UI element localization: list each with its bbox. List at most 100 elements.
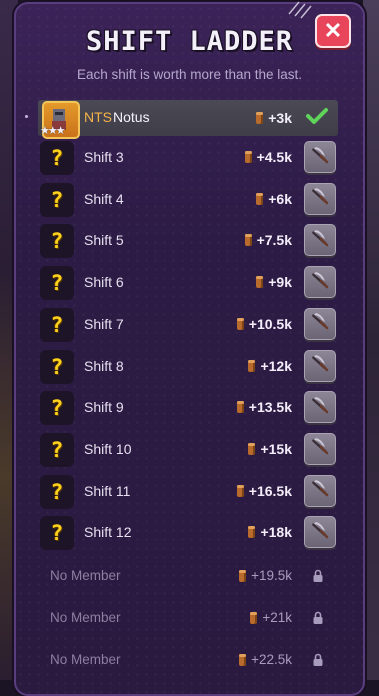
pickaxe-icon (310, 145, 330, 170)
reward-value: +13.5k (248, 399, 292, 416)
reward-value: +6k (268, 190, 292, 207)
wood-log-icon (256, 276, 264, 289)
reward: +3k (256, 110, 292, 126)
reward-value: +3k (268, 110, 292, 126)
unknown-member-slot: ? (40, 266, 74, 301)
question-mark-icon: ? (50, 396, 64, 421)
pickaxe-icon (310, 228, 330, 253)
page-subtitle: Each shift is worth more than the last. (76, 67, 303, 82)
reward: +4.5k (244, 149, 292, 165)
shift-row: ? Shift 10 +15k (40, 431, 336, 469)
current-member-row: ★★★ NTS Notus +3k (25, 100, 338, 139)
reward: +12k (248, 358, 292, 374)
wood-log-icon (248, 359, 256, 372)
reward: +13.5k (236, 399, 292, 416)
shift-row: ? Shift 3 +4.5k (40, 139, 336, 177)
assign-pickaxe-button[interactable] (304, 516, 336, 549)
reward-value: +4.5k (256, 149, 292, 165)
wood-log-icon (244, 151, 252, 163)
pickaxe-icon (310, 311, 330, 336)
question-mark-icon: ? (50, 479, 64, 504)
reward-value: +7.5k (256, 232, 292, 249)
question-mark-icon: ? (50, 312, 64, 337)
current-indicator (25, 115, 28, 118)
check-icon (306, 107, 328, 130)
unknown-member-slot: ? (40, 349, 74, 384)
assign-pickaxe-button[interactable] (304, 349, 336, 382)
lock-icon (312, 569, 324, 588)
shift-label: Shift 10 (84, 440, 132, 457)
reward-value: +16.5k (248, 482, 292, 499)
question-mark-icon: ? (50, 229, 64, 254)
assign-pickaxe-button[interactable] (304, 266, 336, 299)
reward: +15k (248, 441, 292, 457)
unknown-member-slot: ? (40, 224, 74, 259)
background-right (363, 0, 379, 680)
reward-value: +12k (260, 357, 292, 374)
shift-label: Shift 3 (84, 149, 124, 165)
pickaxe-icon (310, 270, 330, 295)
lock-icon (312, 611, 324, 630)
shift-label: Shift 9 (84, 399, 124, 416)
reward: +19.5k (239, 568, 292, 583)
assign-pickaxe-button[interactable] (304, 307, 336, 340)
unknown-member-slot: ? (40, 391, 74, 426)
assign-pickaxe-button[interactable] (304, 391, 336, 424)
shift-label: Shift 5 (84, 232, 124, 249)
reward: +7.5k (244, 232, 292, 249)
shift-row: ? Shift 7 +10.5k (40, 306, 336, 344)
question-mark-icon: ? (50, 146, 64, 170)
wood-log-icon (250, 611, 258, 624)
shift-row: ? Shift 6 +9k (40, 264, 336, 302)
rank-stars: ★★★ (40, 125, 66, 137)
assign-pickaxe-button[interactable] (304, 224, 336, 257)
wood-log-icon (244, 234, 252, 247)
unknown-member-slot: ? (40, 141, 74, 175)
wood-log-icon (248, 526, 256, 539)
shift-label: Shift 11 (84, 482, 131, 499)
question-mark-icon: ? (50, 521, 64, 546)
question-mark-icon: ? (50, 271, 64, 296)
reward: +18k (248, 524, 292, 540)
reward: +10.5k (236, 315, 292, 332)
assign-pickaxe-button[interactable] (304, 432, 336, 465)
reward-value: +15k (260, 440, 292, 457)
pickaxe-icon (310, 353, 330, 378)
reward-value: +18k (260, 524, 292, 541)
reward: +21k (250, 610, 292, 625)
shift-label: Shift 4 (84, 190, 124, 207)
shift-row: ? Shift 9 +13.5k (40, 389, 336, 427)
question-mark-icon: ? (50, 187, 64, 212)
empty-slot-row: No Member +22.5k (40, 641, 336, 679)
close-button[interactable]: ✕ (315, 14, 351, 48)
empty-slot-row: No Member +21k (40, 599, 336, 637)
reward-value: +19.5k (251, 568, 292, 583)
shift-label: Shift 7 (84, 315, 124, 332)
shift-row: ? Shift 11 +16.5k (40, 473, 336, 511)
member-tag: NTS (84, 109, 112, 125)
reward: +9k (256, 274, 292, 290)
shift-row: ? Shift 4 +6k (40, 181, 336, 219)
assign-pickaxe-button[interactable] (304, 474, 336, 507)
question-mark-icon: ? (50, 437, 64, 462)
empty-slot-label: No Member (50, 610, 121, 625)
wood-log-icon (256, 112, 264, 124)
wood-log-icon (236, 317, 244, 330)
wood-log-icon (236, 401, 244, 414)
reward-value: +21k (262, 610, 292, 625)
decoration-lines (288, 1, 312, 19)
empty-slot-row: No Member +19.5k (40, 557, 336, 595)
shift-row: ? Shift 5 +7.5k (40, 222, 336, 260)
reward-value: +9k (268, 274, 292, 291)
reward-value: +10.5k (248, 315, 292, 332)
wood-log-icon (239, 569, 247, 582)
empty-slot-label: No Member (50, 568, 121, 583)
assign-pickaxe-button[interactable] (304, 141, 336, 173)
pickaxe-icon (310, 395, 330, 420)
unknown-member-slot: ? (40, 432, 74, 467)
shift-row: ? Shift 12 +18k (40, 514, 336, 552)
reward: +6k (256, 191, 292, 207)
assign-pickaxe-button[interactable] (304, 182, 336, 215)
wood-log-icon (248, 442, 256, 455)
shift-label: Shift 6 (84, 274, 124, 291)
